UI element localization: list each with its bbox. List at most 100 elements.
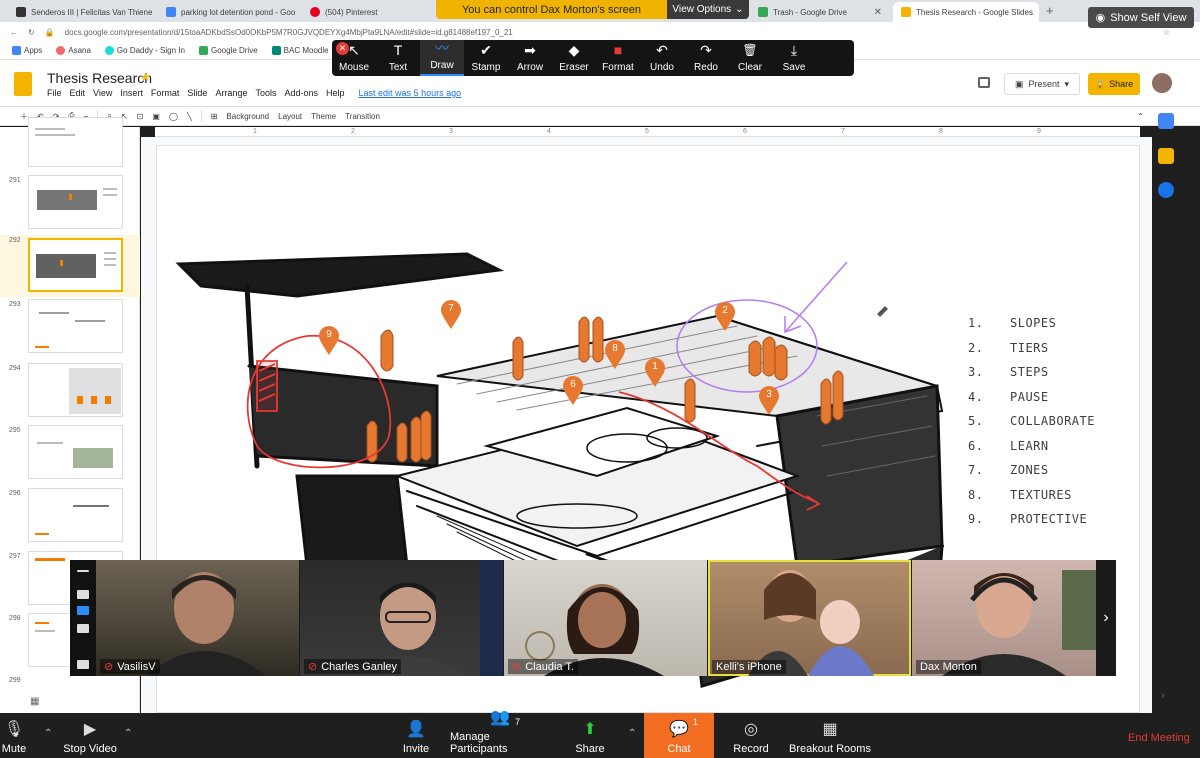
bookmark-asana[interactable]: Asana (56, 46, 91, 55)
tool-save[interactable]: ⤓ Save (772, 40, 816, 76)
menu-file[interactable]: File (47, 88, 62, 98)
mouse-pointer-icon: ↖ (348, 42, 360, 58)
participant-tile-active-speaker[interactable]: Kelli's iPhone (708, 560, 911, 676)
chevron-up-icon[interactable]: ⌃ (44, 728, 52, 739)
slides-logo-icon[interactable] (14, 72, 32, 96)
share-button[interactable]: 🔒 Share (1088, 73, 1140, 95)
chat-button[interactable]: 💬 Chat 1 (644, 713, 714, 758)
transition-button[interactable]: Transition (345, 112, 380, 121)
tool-undo[interactable]: ↶ Undo (640, 40, 684, 76)
avatar[interactable] (1152, 73, 1172, 93)
asana-icon (56, 46, 66, 55)
tool-stamp[interactable]: ✔ Stamp (464, 40, 508, 76)
end-meeting-button[interactable]: End Meeting (1128, 732, 1190, 744)
participant-tile[interactable]: Dax Morton (912, 560, 1096, 676)
menu-slide[interactable]: Slide (187, 88, 207, 98)
bookmark-apps[interactable]: Apps (12, 46, 42, 55)
tool-format[interactable]: ■ Format (596, 40, 640, 76)
back-icon[interactable]: ← (10, 28, 18, 37)
tab-trash-drive[interactable]: Trash - Google Drive ✕ (750, 2, 890, 22)
background-button[interactable]: Background (226, 112, 269, 121)
slide-thumbnail-291[interactable]: 291 (0, 175, 140, 237)
close-icon[interactable]: ✕ (874, 7, 882, 18)
show-self-view-button[interactable]: ◉ Show Self View (1088, 7, 1194, 28)
present-button[interactable]: ▣ Present ▾ (1004, 73, 1080, 95)
mute-button[interactable]: 🎙 Mute (0, 713, 28, 758)
chevron-up-icon[interactable]: ⌃ (628, 728, 636, 739)
tool-clear[interactable]: 🗑 Clear (728, 40, 772, 76)
participant-tile[interactable]: ⊘ VasilisV (96, 560, 299, 676)
document-title[interactable]: Thesis Research (47, 70, 152, 86)
line-icon[interactable]: ╲ (187, 112, 192, 121)
tool-arrow[interactable]: ➡ Arrow (508, 40, 552, 76)
bookmark-google-drive[interactable]: Google Drive (198, 46, 258, 55)
minimize-icon[interactable] (77, 660, 89, 669)
slides-toolbar: ＋ ↶ ↷ ⎙ ⌐ ⌕ ↖ ⊡ ▣ ◯ ╲ ⊞ Background Layou… (0, 106, 1200, 126)
chevron-right-icon[interactable]: › (1161, 690, 1165, 702)
last-edit-link[interactable]: Last edit was 5 hours ago (359, 88, 462, 98)
participant-tile[interactable]: ⊘ Claudia T. (504, 560, 707, 676)
stop-video-button[interactable]: ▶ Stop Video (60, 713, 120, 758)
slide-thumbnail-292[interactable]: 292 (0, 235, 140, 297)
new-tab-button[interactable]: + (1046, 3, 1054, 18)
share-screen-button[interactable]: ⬆ Share (570, 713, 610, 758)
breakout-rooms-button[interactable]: ▦ Breakout Rooms (788, 713, 872, 758)
menu-view[interactable]: View (93, 88, 112, 98)
tab-pinterest[interactable]: (504) Pinterest (302, 2, 434, 22)
menu-format[interactable]: Format (151, 88, 180, 98)
menu-tools[interactable]: Tools (255, 88, 276, 98)
gallery-next-page-button[interactable]: › (1096, 560, 1116, 676)
invite-button[interactable]: 👤 Invite (398, 713, 434, 758)
bookmark-bac-moodle[interactable]: BAC Moodle (271, 46, 329, 55)
layout-button[interactable]: Layout (278, 112, 302, 121)
manage-participants-button[interactable]: 👥 Manage Participants 7 (450, 709, 550, 758)
menu-bar: File Edit View Insert Format Slide Arran… (47, 88, 461, 98)
url-field[interactable]: docs.google.com/presentation/d/15toaADKb… (65, 28, 513, 37)
slide-thumbnail-294[interactable]: 294 (0, 363, 140, 425)
tab-thesis-research[interactable]: Thesis Research - Google Slides ✕ (893, 2, 1039, 22)
reload-icon[interactable]: ↻ (28, 28, 35, 37)
chevron-down-icon[interactable]: ▾ (1065, 79, 1070, 90)
comment-add-icon[interactable]: ⊞ (211, 112, 218, 121)
comment-icon[interactable] (978, 77, 990, 88)
menu-addons[interactable]: Add-ons (284, 88, 318, 98)
slide-thumbnail-296[interactable]: 296 (0, 488, 140, 550)
tool-text[interactable]: T Text (376, 40, 420, 76)
slide-thumbnail-293[interactable]: 293 (0, 299, 140, 361)
slide-thumbnail-290[interactable] (0, 117, 140, 179)
image-icon[interactable]: ▣ (152, 112, 160, 121)
menu-arrange[interactable]: Arrange (215, 88, 247, 98)
close-annotation-icon[interactable]: ✕ (336, 42, 349, 55)
theme-button[interactable]: Theme (311, 112, 336, 121)
collapse-icon[interactable] (77, 570, 89, 572)
menu-help[interactable]: Help (326, 88, 345, 98)
collapse-icon[interactable]: ⌃ (1137, 112, 1144, 121)
arrow-icon: ➡ (524, 42, 536, 58)
close-icon[interactable]: ✕ (1038, 7, 1039, 18)
tab-parking-lot[interactable]: parking lot detention pond - Goo ✕ (158, 2, 298, 22)
speaker-view-icon[interactable] (77, 590, 89, 599)
bookmark-godaddy[interactable]: Go Daddy - Sign In (104, 46, 185, 55)
tasks-icon[interactable] (1158, 182, 1174, 198)
grid-view-icon[interactable]: ▦ (30, 696, 39, 707)
keep-icon[interactable] (1158, 148, 1174, 164)
menu-edit[interactable]: Edit (70, 88, 86, 98)
tool-draw[interactable]: 〰 Draw (420, 40, 464, 76)
tab-senderos[interactable]: Senderos III | Felicitas Van Thiene ✕ (8, 2, 154, 22)
tool-eraser[interactable]: ◆ Eraser (552, 40, 596, 76)
strip-view-icon[interactable] (77, 624, 89, 633)
calendar-icon[interactable] (1158, 113, 1174, 129)
participant-tile[interactable]: ⊘ Charles Ganley (300, 560, 503, 676)
bookmark-star-icon[interactable]: ☆ (1163, 28, 1170, 37)
shape-icon[interactable]: ◯ (169, 112, 178, 121)
view-options-button[interactable]: View Options ⌄ (667, 0, 749, 19)
menu-insert[interactable]: Insert (120, 88, 143, 98)
tool-redo[interactable]: ↷ Redo (684, 40, 728, 76)
chevron-up-icon[interactable]: ⌃ (124, 728, 132, 739)
gallery-view-icon[interactable] (77, 606, 89, 615)
pen-cursor-icon (877, 306, 888, 317)
slide-thumbnail-295[interactable]: 295 (0, 425, 140, 487)
star-icon[interactable]: ★ (140, 70, 151, 84)
record-button[interactable]: ◎ Record (730, 713, 772, 758)
participant-video (942, 570, 1096, 676)
